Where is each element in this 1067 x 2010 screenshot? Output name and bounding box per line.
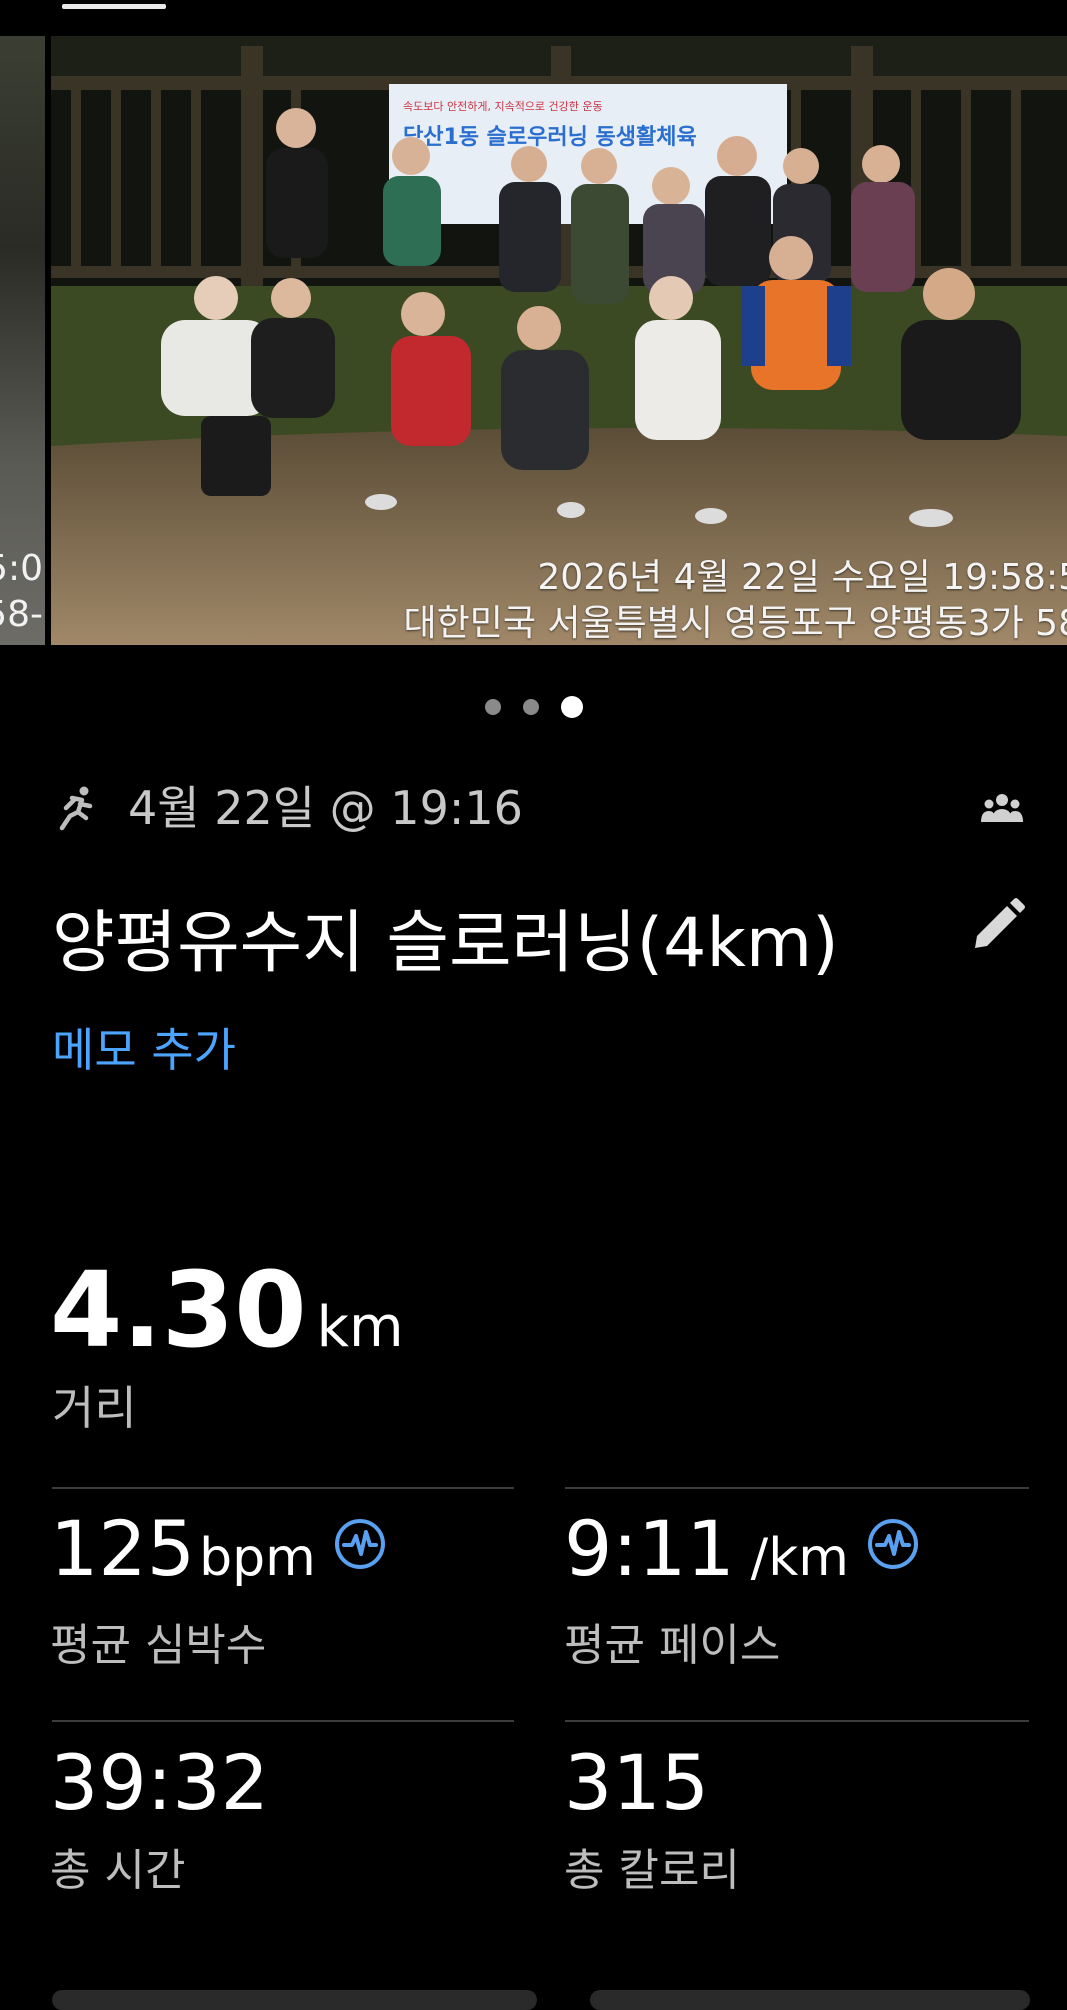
group-photo[interactable]: 속도보다 안전하게, 지속적으로 건강한 운동 당산1동 슬로우러닝 동생활체육 (51, 36, 1067, 645)
activity-title: 양평유수지 슬로러닝(4km) (52, 904, 839, 983)
stat-unit: /km (750, 1528, 849, 1588)
page-dot[interactable] (522, 699, 539, 715)
heart-rate-icon[interactable] (867, 1518, 919, 1570)
page-dot[interactable] (484, 699, 501, 715)
top-bar (0, 0, 1067, 36)
avg-heart-rate-stat[interactable]: 125bpm 평균 심박수 (50, 1504, 386, 1673)
banner-title: 당산1동 슬로우러닝 동생활체육 (403, 125, 697, 150)
previous-photo-thumbnail[interactable]: 5:0 58- (0, 36, 45, 645)
stat-value: 125 (50, 1504, 196, 1593)
card-edge (52, 1990, 537, 2010)
activity-meta-row: 4월 22일 @ 19:16 (52, 780, 1024, 836)
page-dot-active[interactable] (560, 696, 583, 718)
prev-photo-stamp-line2: 58- (0, 594, 43, 635)
distance-unit: km (316, 1295, 404, 1360)
pencil-icon[interactable] (967, 896, 1027, 956)
stat-label: 총 시간 (50, 1845, 186, 1896)
stat-label: 평균 심박수 (50, 1620, 267, 1671)
total-calories-stat: 315 총 칼로리 (564, 1738, 740, 1898)
stat-value: 9:11 (564, 1504, 735, 1593)
photo-location: 대한민국 서울특별시 영등포구 양평동3가 58 (403, 603, 1067, 644)
group-icon[interactable] (980, 790, 1024, 826)
stat-value: 39:32 (50, 1738, 270, 1827)
tab-indicator (62, 4, 166, 9)
stat-label: 총 칼로리 (564, 1845, 740, 1896)
running-icon (59, 786, 93, 831)
card-edge (590, 1990, 1030, 2010)
stat-value: 315 (564, 1738, 710, 1827)
photo-gallery[interactable]: 5:0 58- (0, 36, 1067, 645)
photo-timestamp: 2026년 4월 22일 수요일 19:58:5 (537, 557, 1067, 598)
activity-date: 4월 22일 @ 19:16 (128, 781, 523, 835)
divider (565, 1720, 1029, 1722)
total-time-stat: 39:32 총 시간 (50, 1738, 269, 1898)
divider (52, 1720, 514, 1722)
distance-value: 4.30 km (50, 1250, 404, 1370)
avg-pace-stat[interactable]: 9:11/km 평균 페이스 (564, 1504, 919, 1673)
page-indicator (0, 696, 1067, 718)
distance-label: 거리 (52, 1381, 137, 1435)
prev-photo-stamp-line1: 5:0 (0, 548, 43, 589)
divider (565, 1487, 1029, 1489)
divider (52, 1487, 514, 1489)
stat-label: 평균 페이스 (564, 1620, 781, 1671)
heart-rate-icon[interactable] (334, 1518, 386, 1570)
add-memo-link[interactable]: 메모 추가 (52, 1020, 236, 1080)
banner-small-text: 속도보다 안전하게, 지속적으로 건강한 운동 (403, 99, 603, 113)
stat-unit: bpm (199, 1528, 316, 1588)
distance-number: 4.30 (50, 1249, 307, 1371)
